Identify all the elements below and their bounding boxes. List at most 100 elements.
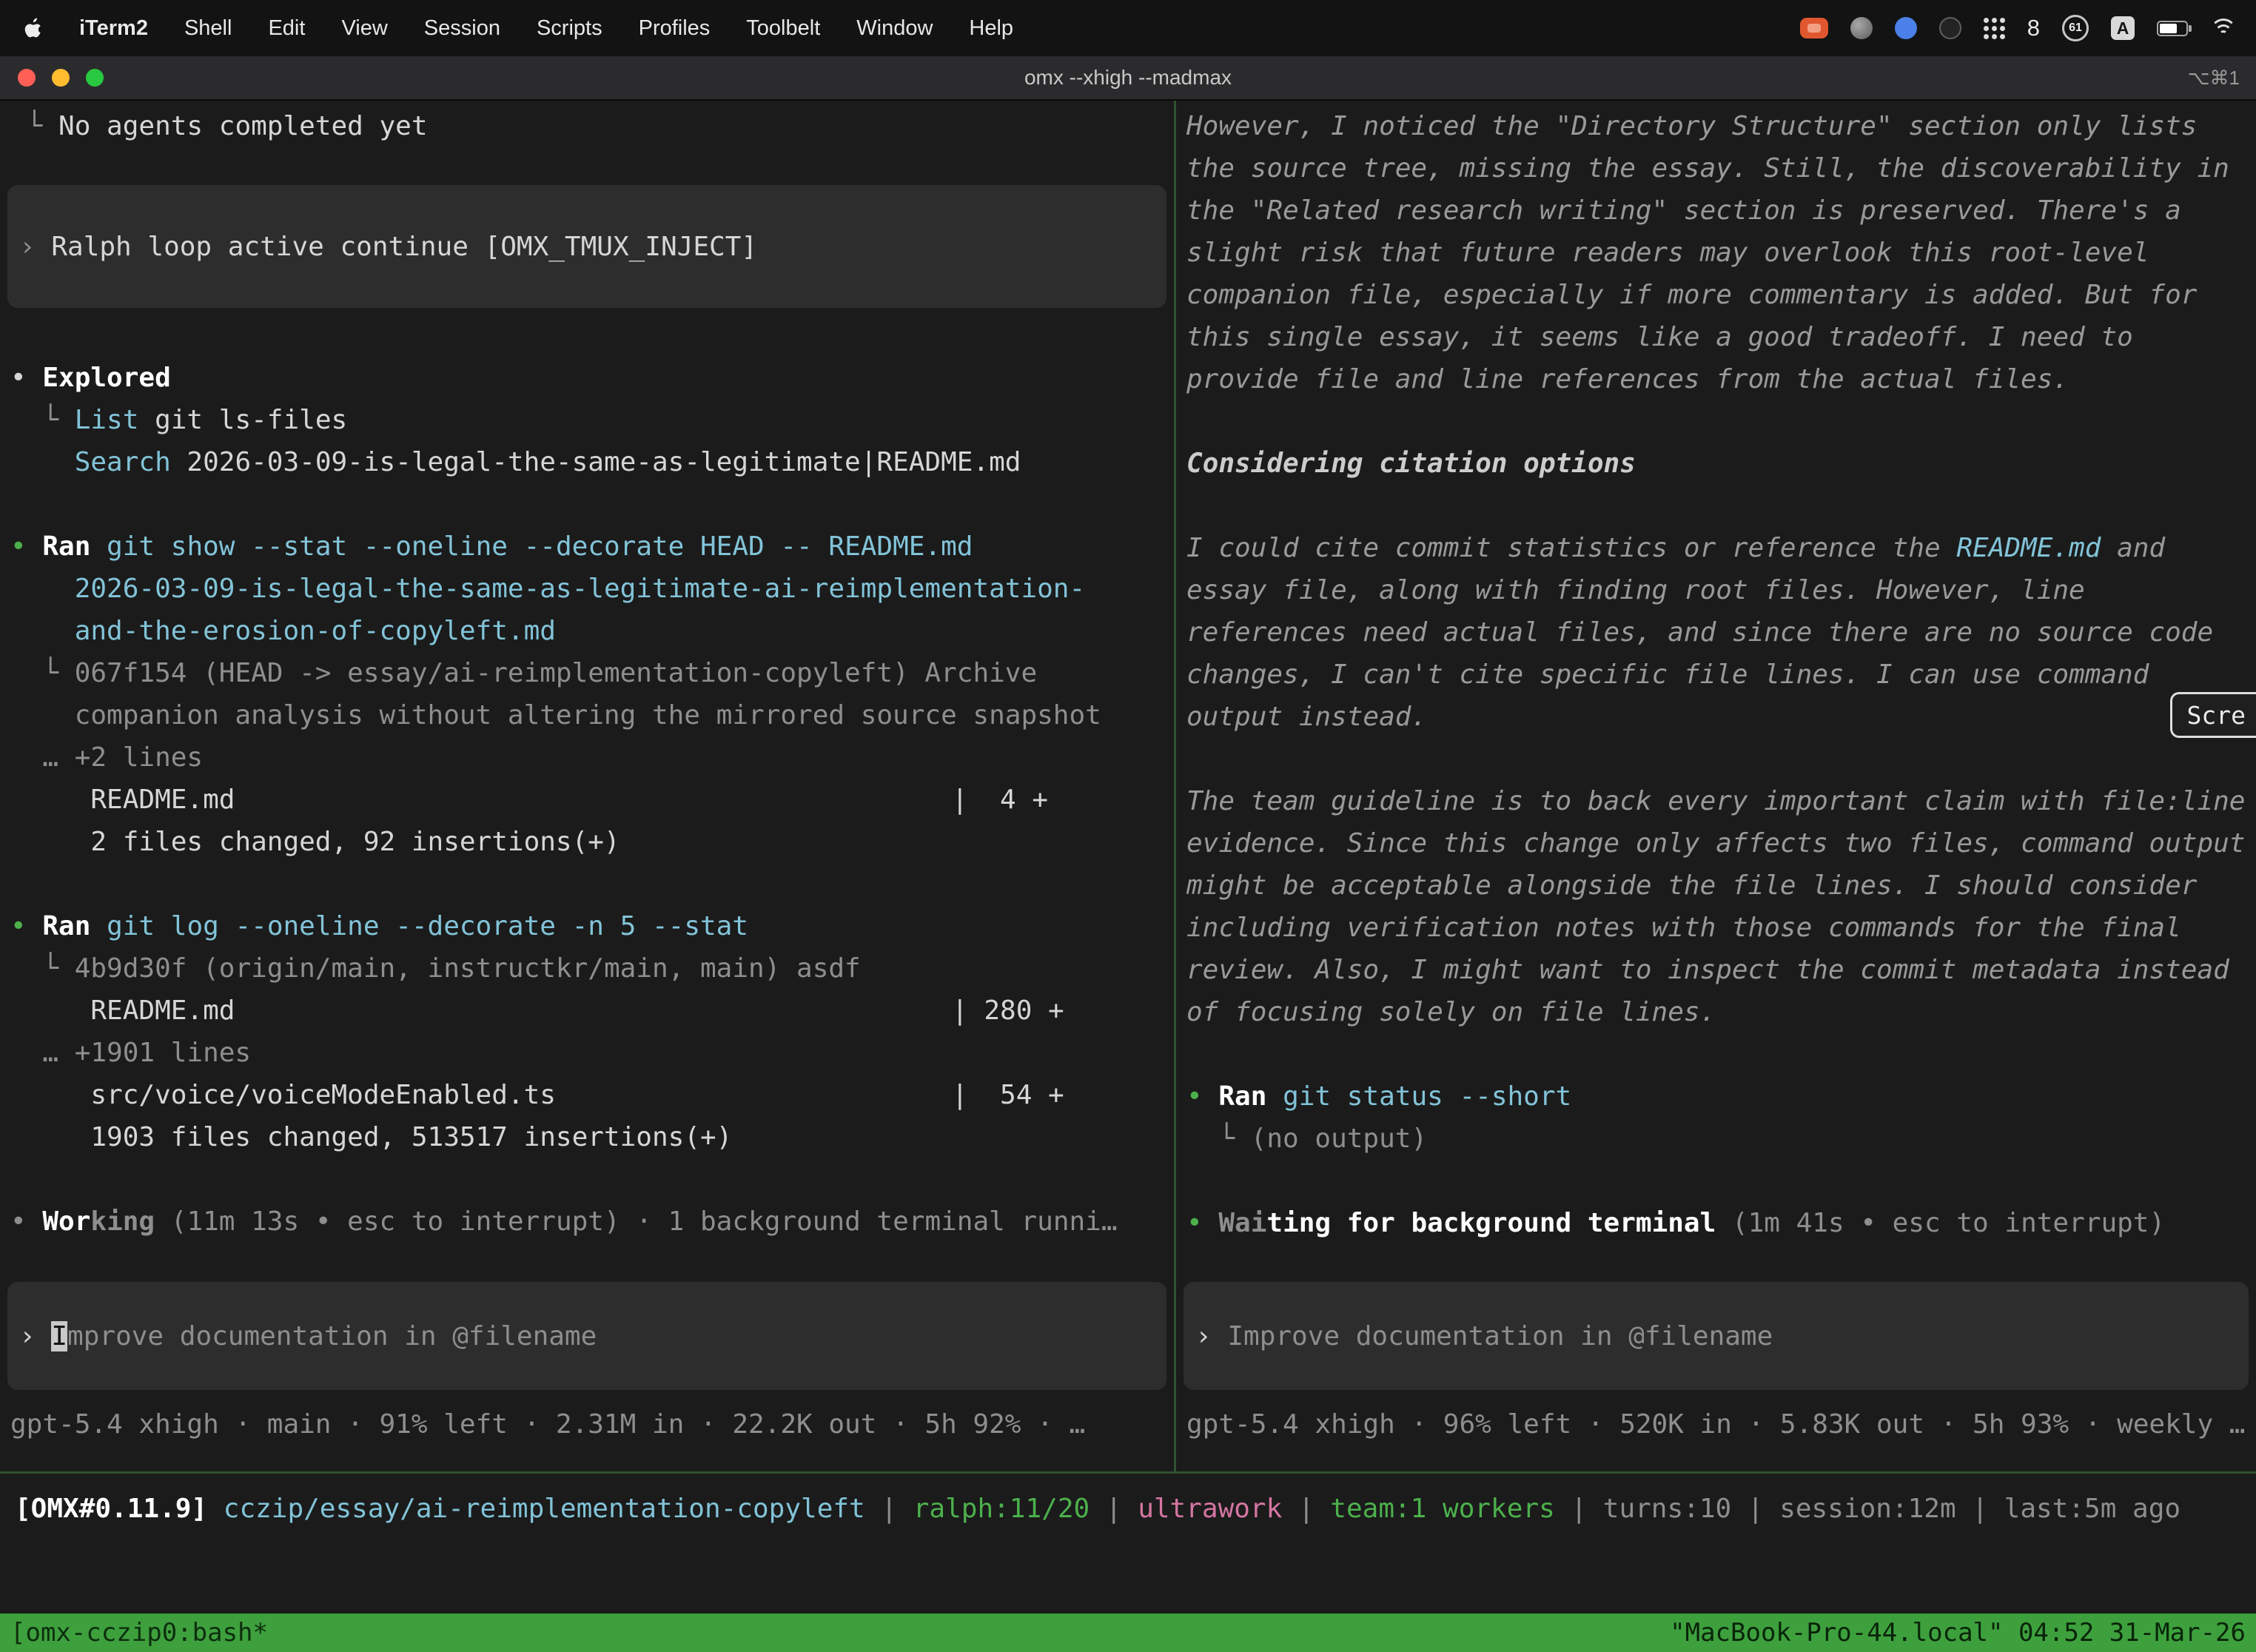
- text-span: … +2 lines: [10, 742, 203, 773]
- terminal-line: review. Also, I might want to inspect th…: [1186, 949, 2256, 991]
- terminal-line: [10, 1158, 1174, 1201]
- terminal-line: • Working (11m 13s • esc to interrupt) ·…: [10, 1201, 1174, 1243]
- terminal-line: • Ran git status --short: [1186, 1075, 2256, 1118]
- text-span: 067f154 (HEAD -> essay/ai-reimplementati…: [75, 658, 1037, 688]
- left-status-text: gpt-5.4 xhigh · main · 91% left · 2.31M …: [10, 1409, 1085, 1440]
- pane-left[interactable]: └ No agents completed yet › Ralph loop a…: [0, 101, 1174, 1471]
- battery-icon[interactable]: [2157, 21, 2188, 36]
- text-span: •: [10, 911, 42, 941]
- menu-item-view[interactable]: View: [341, 16, 387, 41]
- text-span: | 54 +: [952, 1074, 1064, 1116]
- app-menu-iterm2[interactable]: iTerm2: [79, 16, 148, 41]
- text-span: Improve documentation in @filename: [1227, 1321, 1773, 1352]
- terminal-line: └ 067f154 (HEAD -> essay/ai-reimplementa…: [10, 652, 1174, 694]
- left-prompt-input[interactable]: › Improve documentation in @filename: [7, 1282, 1166, 1390]
- text-span: cczip/essay/ai-reimplementation-copyleft: [224, 1494, 865, 1524]
- text-span: [OMX#0.11.9]: [15, 1494, 224, 1524]
- text-span: Ran: [1218, 1081, 1266, 1112]
- text-span: (1m 41s • esc to interrupt): [1716, 1208, 2165, 1238]
- right-prompt-input[interactable]: › Improve documentation in @filename: [1184, 1282, 2249, 1390]
- window-title-bar: omx --xhigh --madmax ⌥⌘1: [0, 56, 2256, 101]
- text-span: and-the-erosion-of-copyleft.md: [75, 616, 556, 646]
- grid-icon[interactable]: [1984, 18, 2005, 39]
- menu-item-scripts[interactable]: Scripts: [537, 16, 602, 41]
- minimize-button[interactable]: [52, 69, 70, 87]
- agents-status-line: └ No agents completed yet: [10, 105, 1174, 147]
- window-title: omx --xhigh --madmax: [1024, 66, 1232, 90]
- window-shortcut: ⌥⌘1: [2188, 56, 2240, 99]
- terminal-line: [1186, 400, 2256, 443]
- text-span: the "Related research writing" section i…: [1186, 195, 2181, 226]
- terminal-line: The team guideline is to back every impo…: [1186, 780, 2256, 822]
- menu-item-window[interactable]: Window: [856, 16, 933, 41]
- text-span: 2026-03-09-is-legal-the-same-as-legitima…: [75, 574, 1085, 604]
- text-span: [90, 531, 107, 562]
- terminal-line: references need actual files, and since …: [1186, 611, 2256, 654]
- figure-eight-icon[interactable]: 8: [2027, 15, 2040, 41]
- text-span: I could cite commit statistics or refere…: [1186, 533, 1956, 563]
- text-span: Ran: [42, 911, 90, 941]
- text-span: (11m 13s • esc to interrupt) · 1 backgro…: [155, 1206, 1117, 1237]
- text-span: •: [1186, 1081, 1218, 1112]
- terminal-line: • Ran git show --stat --oneline --decora…: [10, 526, 1174, 568]
- text-span: | 4 +: [952, 779, 1048, 821]
- terminal-line: However, I noticed the "Directory Struct…: [1186, 105, 2256, 147]
- text-span: Wor: [42, 1206, 90, 1237]
- terminal-line: Search 2026-03-09-is-legal-the-same-as-l…: [10, 441, 1174, 483]
- terminal-line: and-the-erosion-of-copyleft.md: [10, 610, 1174, 652]
- text-span: [90, 911, 107, 941]
- right-prompt-text: › Improve documentation in @filename: [1195, 1315, 1773, 1357]
- blue-app-icon[interactable]: [1895, 17, 1917, 39]
- screen-overlay-label: Scre: [2187, 701, 2246, 730]
- text-span: 4b9d30f (origin/main, instructkr/main, m…: [75, 953, 861, 984]
- menu-item-help[interactable]: Help: [969, 16, 1013, 41]
- text-span: └: [10, 405, 75, 435]
- terminal-line: Considering citation options: [1186, 443, 2256, 485]
- pane-right[interactable]: However, I noticed the "Directory Struct…: [1176, 101, 2256, 1471]
- terminal-line: … +1901 lines: [10, 1032, 1174, 1074]
- close-button[interactable]: [18, 69, 36, 87]
- terminal-line: • Ran git log --oneline --decorate -n 5 …: [10, 905, 1174, 947]
- text-span: this single essay, it seems like a good …: [1186, 322, 2133, 352]
- text-span: •: [10, 531, 42, 562]
- terminal-line: README.md| 4 +: [10, 779, 1174, 821]
- menu-item-shell[interactable]: Shell: [184, 16, 232, 41]
- wifi-icon[interactable]: [2210, 19, 2237, 38]
- terminal-line: src/voice/voiceModeEnabled.ts| 54 +: [10, 1074, 1174, 1116]
- fullscreen-button[interactable]: [86, 69, 104, 87]
- text-span: Wai: [1218, 1208, 1266, 1238]
- menu-bar-left: iTerm2 Shell Edit View Session Scripts P…: [0, 16, 1013, 41]
- text-span: [1266, 1081, 1283, 1112]
- text-span: ralph:11/20: [913, 1494, 1090, 1524]
- terminal-line: [1186, 1033, 2256, 1075]
- terminal-line: changes, I can't cite specific file line…: [1186, 654, 2256, 696]
- menu-status-icons: 8 61 A: [1800, 15, 2256, 41]
- menu-item-session[interactable]: Session: [424, 16, 500, 41]
- left-pane-log: • Explored └ List git ls-files Search 20…: [10, 357, 1174, 1243]
- terminal-line: provide file and line references from th…: [1186, 358, 2256, 400]
- globe-icon[interactable]: [1850, 17, 1873, 39]
- dark-app-icon[interactable]: [1939, 17, 1961, 39]
- menu-item-edit[interactable]: Edit: [268, 16, 305, 41]
- terminal-line: 1903 files changed, 513517 insertions(+): [10, 1116, 1174, 1158]
- text-span: However, I noticed the "Directory Struct…: [1186, 111, 2197, 141]
- menu-item-profiles[interactable]: Profiles: [639, 16, 711, 41]
- text-span: the source tree, missing the essay. Stil…: [1186, 153, 2229, 184]
- battery-percent-icon[interactable]: 61: [2062, 15, 2089, 41]
- terminal-line: [10, 483, 1174, 526]
- screen-recording-icon[interactable]: [1800, 18, 1828, 38]
- text-span: ›: [1195, 1321, 1227, 1352]
- text-span: •: [10, 363, 42, 393]
- apple-menu-icon[interactable]: [22, 16, 43, 40]
- text-span: companion analysis without altering the …: [10, 700, 1101, 731]
- terminal-line: … +2 lines: [10, 736, 1174, 779]
- left-status-line: gpt-5.4 xhigh · main · 91% left · 2.31M …: [10, 1403, 1174, 1446]
- terminal-line: companion file, especially if more comme…: [1186, 274, 2256, 316]
- text-span: slight risk that future readers may over…: [1186, 238, 2149, 268]
- terminal-line: might be acceptable alongside the file l…: [1186, 864, 2256, 907]
- terminal-line: └ (no output): [1186, 1118, 2256, 1160]
- input-source-icon[interactable]: A: [2111, 16, 2135, 40]
- text-span: Explored: [42, 363, 170, 393]
- menu-item-toolbelt[interactable]: Toolbelt: [746, 16, 820, 41]
- screen-overlay-tooltip[interactable]: Scre: [2170, 692, 2256, 738]
